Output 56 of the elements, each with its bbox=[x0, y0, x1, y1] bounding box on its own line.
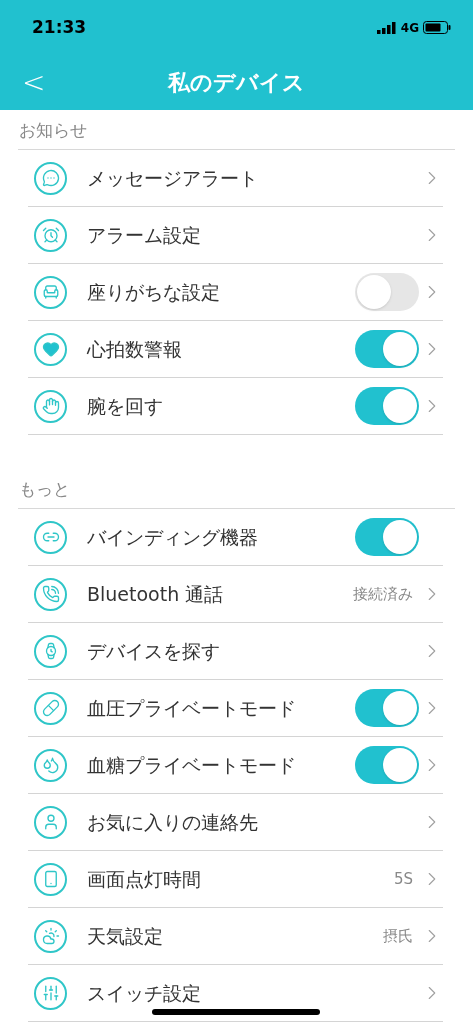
settings-row[interactable]: 画面点灯時間 5S bbox=[28, 851, 443, 908]
device-screen-icon bbox=[34, 862, 67, 896]
row-label: お気に入りの連絡先 bbox=[87, 809, 258, 835]
settings-row[interactable]: 腕を回す bbox=[28, 378, 443, 435]
settings-row[interactable]: Bluetooth 通話 接続済み bbox=[28, 566, 443, 623]
row-label: Bluetooth 通話 bbox=[87, 581, 224, 607]
row-label: 腕を回す bbox=[87, 393, 163, 419]
settings-row[interactable]: 天気設定 摂氏 bbox=[28, 908, 443, 965]
network-label: 4G bbox=[400, 19, 419, 37]
row-label: スイッチ設定 bbox=[87, 980, 201, 1006]
sliders-icon bbox=[34, 976, 67, 1010]
watch-icon bbox=[34, 634, 67, 668]
chat-bubble-icon bbox=[34, 161, 67, 195]
settings-row[interactable]: 血糖プライベートモード bbox=[28, 737, 443, 794]
toggle-switch[interactable] bbox=[355, 518, 419, 556]
settings-row[interactable]: デバイスを探す bbox=[28, 623, 443, 680]
settings-row[interactable]: メッセージアラート bbox=[28, 150, 443, 207]
row-label: 血圧プライベートモード bbox=[87, 695, 296, 721]
row-label: 座りがちな設定 bbox=[87, 279, 220, 305]
settings-row[interactable]: 座りがちな設定 bbox=[28, 264, 443, 321]
signal-icon bbox=[376, 21, 397, 34]
page-title: 私のデバイス bbox=[168, 69, 305, 97]
row-label: アラーム設定 bbox=[87, 222, 201, 248]
section-header: もっと bbox=[19, 477, 70, 501]
row-label: デバイスを探す bbox=[87, 638, 220, 664]
row-label: 天気設定 bbox=[87, 923, 163, 949]
row-label: バインディング機器 bbox=[87, 524, 258, 550]
droplets-icon bbox=[34, 748, 67, 782]
alarm-clock-icon bbox=[34, 218, 67, 252]
battery-icon bbox=[423, 21, 451, 34]
cloud-sun-icon bbox=[34, 919, 67, 953]
toggle-switch[interactable] bbox=[355, 746, 419, 784]
row-value: 5S bbox=[393, 868, 413, 890]
toggle-switch[interactable] bbox=[355, 689, 419, 727]
settings-row[interactable]: 血圧プライベートモード bbox=[28, 680, 443, 737]
chair-icon bbox=[34, 275, 67, 309]
link-icon bbox=[34, 520, 67, 554]
settings-row[interactable]: お気に入りの連絡先 bbox=[28, 794, 443, 851]
row-label: 血糖プライベートモード bbox=[87, 752, 296, 778]
row-label: 心拍数警報 bbox=[87, 336, 182, 362]
person-icon bbox=[34, 805, 67, 839]
settings-row[interactable]: アラーム設定 bbox=[28, 207, 443, 264]
settings-row[interactable]: バインディング機器 bbox=[28, 509, 443, 566]
row-label: 画面点灯時間 bbox=[87, 866, 201, 892]
status-time: 21:33 bbox=[32, 15, 87, 39]
row-value: 摂氏 bbox=[383, 925, 413, 947]
toggle-switch[interactable] bbox=[355, 330, 419, 368]
settings-row[interactable]: 心拍数警報 bbox=[28, 321, 443, 378]
hand-icon bbox=[34, 389, 67, 423]
toggle-switch[interactable] bbox=[355, 387, 419, 425]
toggle-switch[interactable] bbox=[355, 273, 419, 311]
phone-icon bbox=[34, 577, 67, 611]
pill-icon bbox=[34, 691, 67, 725]
row-value: 接続済み bbox=[353, 583, 413, 605]
section-header: お知らせ bbox=[19, 118, 87, 142]
row-label: メッセージアラート bbox=[87, 165, 258, 191]
